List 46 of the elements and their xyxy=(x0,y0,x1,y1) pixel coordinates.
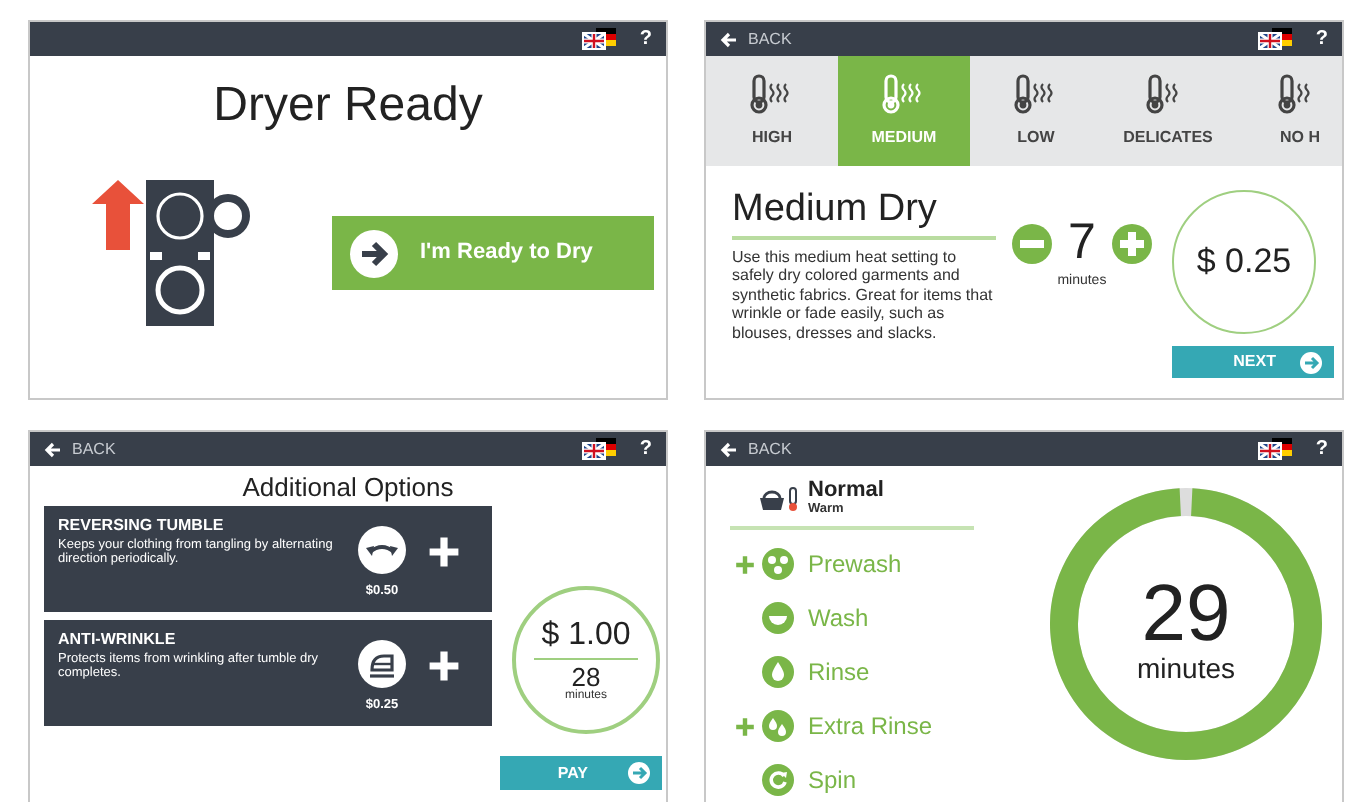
help-button[interactable]: ? xyxy=(1315,29,1328,49)
heat-tab[interactable]: NO H xyxy=(1234,56,1342,166)
option-name: REVERSING TUMBLE xyxy=(58,514,226,538)
cycle-step: Prewash xyxy=(808,546,902,582)
minutes-value: 7 xyxy=(1068,218,1096,268)
heat-tab[interactable]: HIGH xyxy=(706,56,838,166)
arrow-icon xyxy=(1300,351,1322,374)
total-minutes: 28 xyxy=(571,663,601,689)
back-arrow-icon xyxy=(720,31,738,47)
iron-icon xyxy=(358,640,406,688)
add-option-button[interactable] xyxy=(426,648,462,684)
setting-description: Use this medium heat setting to safely dry colored garments and synthetic fabrics. Great for items that wrinkle or fade easily, such as blouses, dresses and slacks. xyxy=(732,248,995,343)
cycle-step: Spin xyxy=(808,762,857,798)
drops-icon xyxy=(762,710,794,742)
drop-icon xyxy=(762,656,794,688)
setting-heading: Medium Dry xyxy=(732,190,996,240)
remaining-minutes: 29 xyxy=(1141,574,1231,654)
total-price: $ 1.00 xyxy=(533,619,639,659)
back-button[interactable]: BACK xyxy=(720,27,792,51)
program-name: Normal xyxy=(808,480,884,502)
add-option-button[interactable] xyxy=(426,534,462,570)
heat-tab[interactable]: DELICATES xyxy=(1102,56,1234,166)
screen-title: Additional Options xyxy=(240,472,456,502)
back-button[interactable]: BACK xyxy=(720,437,792,461)
flags-icon[interactable] xyxy=(581,438,616,460)
minutes-label: minutes xyxy=(1136,654,1236,682)
cycle-step: Rinse xyxy=(808,654,870,690)
option-name: ANTI-WRINKLE xyxy=(58,628,178,652)
flags-icon[interactable] xyxy=(1257,28,1292,50)
spin-icon xyxy=(762,764,794,796)
back-button[interactable]: BACK xyxy=(44,437,116,461)
arrow-icon xyxy=(628,762,650,784)
screen-title: Dryer Ready xyxy=(213,82,483,130)
basket-thermometer-icon xyxy=(758,485,802,512)
help-button[interactable]: ? xyxy=(1315,439,1328,459)
cycle-step: Wash xyxy=(808,600,869,636)
back-arrow-icon xyxy=(720,441,738,457)
flags-icon[interactable] xyxy=(1257,438,1292,460)
flags-icon[interactable] xyxy=(581,28,616,50)
heat-tab[interactable]: LOW xyxy=(970,56,1102,166)
help-button[interactable]: ? xyxy=(639,29,652,49)
back-arrow-icon xyxy=(44,441,62,457)
cycle-step: Extra Rinse xyxy=(808,708,933,744)
bowl-icon xyxy=(762,602,794,634)
help-button[interactable]: ? xyxy=(639,439,652,459)
bubbles-icon xyxy=(762,548,794,580)
